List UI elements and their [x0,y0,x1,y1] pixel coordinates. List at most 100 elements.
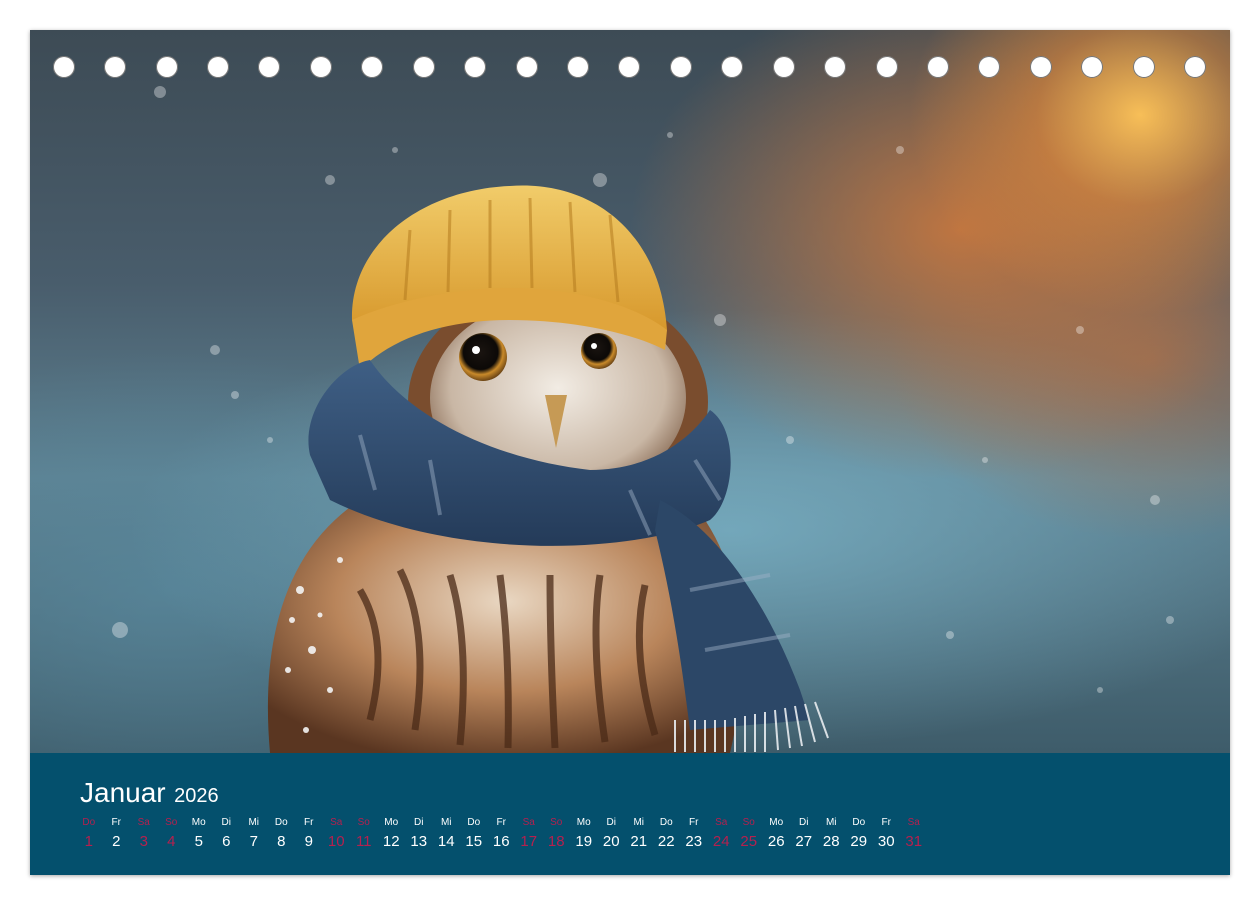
weekday-label: Mo [769,817,784,828]
day-cell: Fr 2 [103,816,131,852]
day-number: 14 [437,833,455,850]
weekday-label: Sa [715,817,728,828]
day-cell: Di 6 [213,816,241,852]
binding-hole [721,56,743,78]
weekday-label: So [550,817,563,828]
day-number: 4 [167,833,176,850]
weekday-label: Sa [137,817,150,828]
weekday-label: Do [82,817,96,828]
day-cell: Do 1 [75,816,103,852]
owl-photo [30,30,1230,753]
binding-hole [207,56,229,78]
day-cell: Mo 26 [763,816,791,852]
day-cell: Mi 21 [625,816,653,852]
binding-hole [1030,56,1052,78]
binding-hole [1133,56,1155,78]
day-cell: Mo 5 [185,816,213,852]
day-number: 19 [575,833,593,850]
binding-hole [1184,56,1206,78]
weekday-label: Sa [907,817,920,828]
weekday-label: Di [606,817,616,828]
binding-hole [670,56,692,78]
weekday-label: Di [221,817,231,828]
binding-hole [1081,56,1103,78]
day-number: 28 [822,833,840,850]
day-number: 9 [304,833,313,850]
weekday-label: Sa [522,817,535,828]
day-number: 5 [194,833,203,850]
weekday-label: Fr [496,817,506,828]
day-cell: Mi 28 [818,816,846,852]
day-number: 24 [712,833,730,850]
day-number: 27 [795,833,813,850]
day-cell: Sa 24 [708,816,736,852]
weekday-label: Mi [440,817,452,828]
day-cell: Mi 7 [240,816,268,852]
day-cell: So 25 [735,816,763,852]
binding-hole [567,56,589,78]
day-cell: So 4 [158,816,186,852]
day-number: 7 [249,833,258,850]
weekday-label: Di [414,817,424,828]
weekday-label: Do [467,817,481,828]
month-title: Januar 2026 [80,777,219,809]
day-cell: Mi 14 [433,816,461,852]
binding-hole [104,56,126,78]
binding-hole [773,56,795,78]
weekday-label: Fr [689,817,699,828]
day-cell: Fr 9 [295,816,323,852]
day-number: 6 [222,833,231,850]
day-cell: Sa 31 [900,816,928,852]
day-number: 12 [382,833,400,850]
weekday-label: Fr [304,817,314,828]
binding-hole [824,56,846,78]
day-number: 29 [850,833,868,850]
day-cell: Fr 30 [873,816,901,852]
day-cell: Sa 17 [515,816,543,852]
weekday-label: Fr [111,817,121,828]
binding-hole [310,56,332,78]
calendar-band: Januar 2026 Do 1 Fr 2 Sa 3 So 4 Mo 5 Di 6 Mi 7 Do 8 Fr 9 S… [30,753,1230,875]
weekday-label: Do [852,817,866,828]
binding-hole [927,56,949,78]
calendar-page: Januar 2026 Do 1 Fr 2 Sa 3 So 4 Mo 5 Di 6 Mi 7 Do 8 Fr 9 S… [30,30,1230,875]
day-number: 18 [547,833,565,850]
day-number: 11 [355,833,372,850]
day-cell: Di 20 [598,816,626,852]
weekday-label: Do [659,817,673,828]
day-cell: Mo 12 [378,816,406,852]
day-number: 30 [877,833,895,850]
day-number: 20 [602,833,620,850]
weekday-label: So [742,817,755,828]
day-number: 25 [740,833,758,850]
weekday-label: Mi [633,817,645,828]
weekday-label: Mo [191,817,206,828]
weekday-label: So [357,817,370,828]
day-cell: Do 22 [653,816,681,852]
day-cell: So 11 [350,816,378,852]
binding-hole [258,56,280,78]
binding-hole [156,56,178,78]
weekday-label: Fr [881,817,891,828]
day-cell: Fr 23 [680,816,708,852]
day-number: 23 [685,833,703,850]
day-grid: Do 1 Fr 2 Sa 3 So 4 Mo 5 Di 6 Mi 7 Do 8 Fr 9 Sa 10 So 11 Mo 12 D… [75,816,975,856]
binding-hole [978,56,1000,78]
day-number: 26 [767,833,785,850]
year-label: 2026 [174,785,219,807]
weekday-label: Sa [330,817,343,828]
weekday-label: So [165,817,178,828]
day-number: 8 [277,833,286,850]
binding-hole [876,56,898,78]
weekday-label: Di [799,817,809,828]
month-name: Januar [80,777,166,808]
day-number: 10 [327,833,345,850]
day-cell: Do 8 [268,816,296,852]
weekday-label: Do [274,817,288,828]
day-number: 16 [492,833,510,850]
day-cell: Do 15 [460,816,488,852]
weekday-label: Mi [248,817,260,828]
day-cell: Sa 3 [130,816,158,852]
binding-hole [413,56,435,78]
day-number: 3 [139,833,148,850]
